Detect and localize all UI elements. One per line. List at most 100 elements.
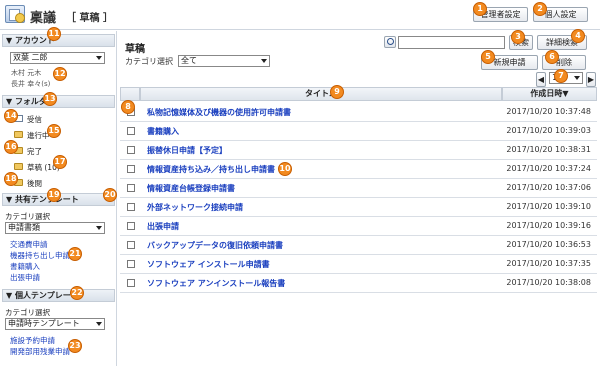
row-checkbox[interactable] xyxy=(127,222,135,230)
personal-template-header[interactable]: ▼ 個人テンプレート xyxy=(2,289,115,302)
callout-3: 3 xyxy=(511,30,525,44)
row-created: 2017/10/20 10:38:08 xyxy=(506,278,591,287)
personal-category-value: 申請時テンプレート xyxy=(8,319,80,328)
row-title-link[interactable]: 情報資産台帳登録申請書 xyxy=(147,183,235,194)
shared-category-label: カテゴリ選択 xyxy=(5,212,50,221)
row-checkbox[interactable] xyxy=(127,184,135,192)
folder-section-header[interactable]: ▼ フォルダ xyxy=(2,95,115,108)
table-row[interactable]: ソフトウェア インストール申請書 2017/10/20 10:37:35 xyxy=(120,255,597,274)
row-checkbox[interactable] xyxy=(127,279,135,287)
callout-8: 8 xyxy=(121,100,135,114)
chevron-down-icon xyxy=(96,322,102,326)
select-all-header[interactable] xyxy=(120,87,140,101)
callout-23: 23 xyxy=(68,339,82,353)
row-created: 2017/10/20 10:37:35 xyxy=(506,259,591,268)
app-title: 稟議 xyxy=(30,11,57,26)
table-row[interactable]: 出張申請 2017/10/20 10:39:16 xyxy=(120,217,597,236)
row-title-link[interactable]: 振替休日申請【予定】 xyxy=(147,145,227,156)
shared-template-link[interactable]: 出張申請 xyxy=(10,272,40,283)
row-checkbox[interactable] xyxy=(127,127,135,135)
table-row[interactable]: ソフトウェア アンインストール報告書 2017/10/20 10:38:08 xyxy=(120,274,597,293)
callout-12: 12 xyxy=(53,67,67,81)
app-header: 稟議 ［ 草稿 ］ 管理者設定 個人設定 xyxy=(0,0,600,30)
row-title-link[interactable]: 外部ネットワーク接続申請 xyxy=(147,202,243,213)
shared-template-link[interactable]: 機器持ち出し申請 xyxy=(10,250,70,261)
page-title: 草稿 xyxy=(125,44,145,55)
row-title-link[interactable]: 書籍購入 xyxy=(147,126,179,137)
category-select[interactable]: 全て xyxy=(178,55,270,67)
next-page-button[interactable]: ▶ xyxy=(586,72,596,87)
callout-7: 7 xyxy=(554,69,568,83)
row-created: 2017/10/20 10:39:10 xyxy=(506,202,591,211)
table-row[interactable]: 私物記憶媒体及び機器の使用許可申請書 2017/10/20 10:37:48 xyxy=(120,103,597,122)
folder-inbox[interactable]: 受信 xyxy=(27,114,42,125)
folder-icon xyxy=(14,131,23,138)
callout-20: 20 xyxy=(103,188,117,202)
callout-5: 5 xyxy=(481,50,495,64)
created-column-header[interactable]: 作成日時▼ xyxy=(502,87,597,101)
row-created: 2017/10/20 10:37:06 xyxy=(506,183,591,192)
table-row[interactable]: 外部ネットワーク接続申請 2017/10/20 10:39:10 xyxy=(120,198,597,217)
category-selected-value: 全て xyxy=(181,56,197,65)
chevron-down-icon xyxy=(261,59,267,63)
search-icon[interactable] xyxy=(384,36,396,48)
callout-17: 17 xyxy=(53,155,67,169)
callout-19: 19 xyxy=(47,188,61,202)
callout-10: 10 xyxy=(278,162,292,176)
category-label: カテゴリ選択 xyxy=(125,57,173,66)
chevron-down-icon xyxy=(574,76,580,80)
shared-category-value: 申請書類 xyxy=(8,223,40,232)
row-title-link[interactable]: 私物記憶媒体及び機器の使用許可申請書 xyxy=(147,107,291,118)
row-checkbox[interactable] xyxy=(127,203,135,211)
personal-category-label: カテゴリ選択 xyxy=(5,308,50,317)
ringi-app-icon xyxy=(5,5,25,23)
shared-category-select[interactable]: 申請書類 xyxy=(5,222,105,234)
row-checkbox[interactable] xyxy=(127,241,135,249)
personal-category-select[interactable]: 申請時テンプレート xyxy=(5,318,105,330)
account-select[interactable]: 双葉 二郎 xyxy=(10,52,105,64)
row-created: 2017/10/20 10:39:16 xyxy=(506,221,591,230)
personal-template-link[interactable]: 開発部用残業申請 xyxy=(10,346,70,357)
table-row[interactable]: 書籍購入 2017/10/20 10:39:03 xyxy=(120,122,597,141)
callout-14: 14 xyxy=(4,109,18,123)
shared-template-link[interactable]: 交通費申請 xyxy=(10,239,48,250)
row-title-link[interactable]: 出張申請 xyxy=(147,221,179,232)
callout-1: 1 xyxy=(473,2,487,16)
search-input[interactable] xyxy=(398,36,505,49)
chevron-down-icon xyxy=(96,226,102,230)
callout-15: 15 xyxy=(47,124,61,138)
prev-page-button[interactable]: ◀ xyxy=(536,72,546,87)
row-title-link[interactable]: ソフトウェア インストール申請書 xyxy=(147,259,270,270)
callout-13: 13 xyxy=(43,92,57,106)
delegate-2[interactable]: 長井 幸々(s) xyxy=(11,79,50,89)
callout-21: 21 xyxy=(68,247,82,261)
row-checkbox[interactable] xyxy=(127,146,135,154)
folder-review[interactable]: 後閲 xyxy=(27,178,42,189)
table-row[interactable]: 情報資産持ち込み／持ち出し申請書 2017/10/20 10:37:24 xyxy=(120,160,597,179)
account-selected-value: 双葉 二郎 xyxy=(13,53,48,62)
row-checkbox[interactable] xyxy=(127,165,135,173)
callout-4: 4 xyxy=(571,29,585,43)
row-title-link[interactable]: ソフトウェア アンインストール報告書 xyxy=(147,278,285,289)
table-row[interactable]: 振替休日申請【予定】 2017/10/20 10:38:31 xyxy=(120,141,597,160)
row-created: 2017/10/20 10:39:03 xyxy=(506,126,591,135)
title-column-header[interactable]: タイトル xyxy=(140,87,502,101)
personal-template-link[interactable]: 施設予約申請 xyxy=(10,335,55,346)
table-row[interactable]: 情報資産台帳登録申請書 2017/10/20 10:37:06 xyxy=(120,179,597,198)
folder-complete[interactable]: 完了 xyxy=(27,146,42,157)
row-checkbox[interactable] xyxy=(127,260,135,268)
shared-template-link[interactable]: 書籍購入 xyxy=(10,261,40,272)
folder-icon xyxy=(14,163,23,170)
chevron-down-icon xyxy=(96,56,102,60)
callout-6: 6 xyxy=(545,50,559,64)
callout-11: 11 xyxy=(47,27,61,41)
app-subtitle: ［ 草稿 ］ xyxy=(66,13,113,24)
row-title-link[interactable]: バックアップデータの復旧依頼申請書 xyxy=(147,240,283,251)
table-row[interactable]: バックアップデータの復旧依頼申請書 2017/10/20 10:36:53 xyxy=(120,236,597,255)
callout-16: 16 xyxy=(4,140,18,154)
row-title-link[interactable]: 情報資産持ち込み／持ち出し申請書 xyxy=(147,164,275,175)
callout-22: 22 xyxy=(70,286,84,300)
delegate-1[interactable]: 木村 元木 xyxy=(11,68,41,78)
row-created: 2017/10/20 10:38:31 xyxy=(506,145,591,154)
callout-9: 9 xyxy=(330,85,344,99)
